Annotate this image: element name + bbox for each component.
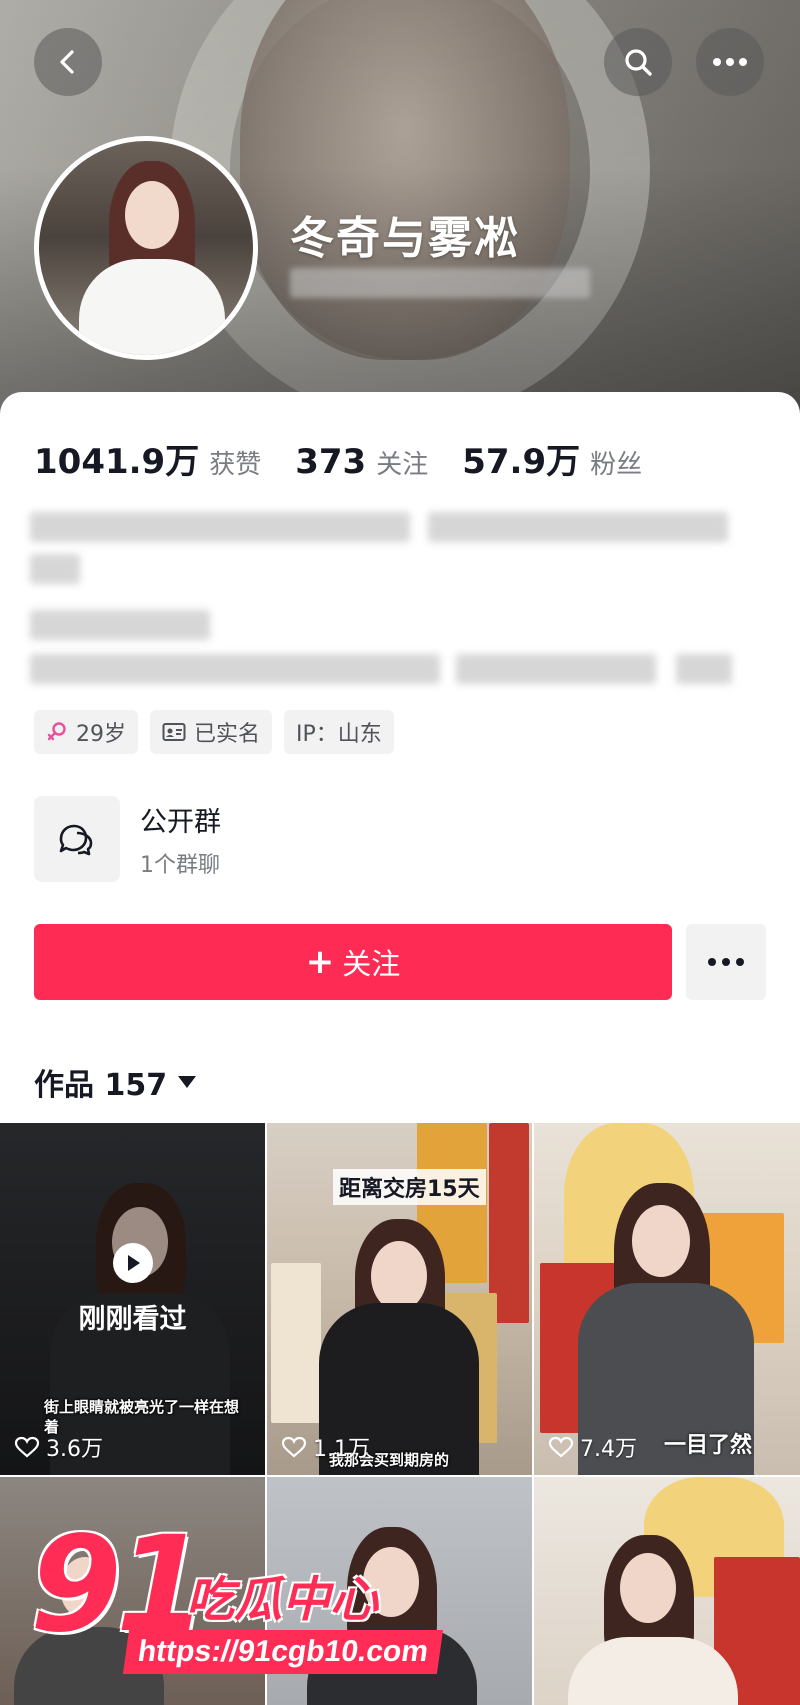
profile-tags: 29岁 已实名 IP：山东 (34, 710, 406, 754)
video-likes: 3.6万 (14, 1431, 103, 1463)
thumb-person-body (568, 1637, 738, 1705)
video-likes: 1.1万 (281, 1431, 370, 1463)
female-icon (46, 721, 68, 743)
follow-plus-icon: + (305, 942, 335, 982)
painting-decoration (271, 1263, 321, 1423)
stat-followers[interactable]: 57.9万 粉丝 (462, 434, 642, 483)
works-tab[interactable]: 作品 157 (34, 1060, 197, 1104)
video-likes: 7.4万 (548, 1431, 637, 1463)
heart-icon (548, 1436, 574, 1458)
group-chat-icon (34, 796, 120, 882)
verified-text: 已实名 (194, 722, 261, 747)
video-likes-count: 3.6万 (46, 1437, 103, 1462)
more-options-button[interactable] (696, 28, 764, 96)
group-title: 公开群 (140, 806, 221, 838)
avatar-face (125, 181, 179, 249)
stat-following[interactable]: 373 关注 (295, 442, 428, 482)
caret-down-icon (177, 1070, 197, 1094)
video-thumbnail[interactable]: 刚刚看过 街上眼睛就被亮光了一样在想着 3.6万 (0, 1123, 265, 1475)
blurred-bio-line (676, 654, 732, 684)
stat-followers-value: 57.9万 (462, 442, 581, 482)
blurred-bio-line (428, 512, 728, 542)
search-button[interactable] (604, 28, 672, 96)
video-likes-count: 1.1万 (313, 1437, 370, 1462)
video-thumbnail[interactable]: 距离交房15天 我那会买到期房的 1.1万 (267, 1123, 532, 1475)
follow-button[interactable]: + 关注 (34, 924, 672, 1000)
verified-tag: 已实名 (150, 710, 273, 754)
profile-card: 1041.9万 获赞 373 关注 57.9万 粉丝 29岁 已实名 IP：山东… (0, 392, 800, 1122)
blurred-bio-line (456, 654, 656, 684)
stat-likes-label: 获赞 (209, 450, 262, 480)
stat-likes-value: 1041.9万 (34, 442, 200, 482)
stat-likes[interactable]: 1041.9万 获赞 (34, 434, 261, 483)
thumb-person-face (620, 1553, 676, 1623)
watermark-brand: 吃瓜中心 (186, 1572, 379, 1628)
blurred-user-id (290, 268, 590, 298)
heart-icon (281, 1436, 307, 1458)
thumb-person-face (632, 1205, 690, 1277)
follow-label: 关注 (342, 947, 401, 981)
just-watched-marker: 刚刚看过 (0, 1243, 265, 1336)
video-caption: 一目了然 (664, 1433, 753, 1458)
age-tag: 29岁 (34, 710, 138, 754)
watermark-url: https://91cgb10.com (122, 1630, 444, 1674)
id-card-icon (162, 722, 186, 742)
play-icon (112, 1243, 153, 1283)
blurred-bio-line (30, 512, 410, 542)
ip-tag: IP：山东 (284, 710, 394, 754)
avatar[interactable] (34, 136, 258, 360)
blurred-bio-line (30, 610, 210, 640)
more-dots-icon (708, 958, 744, 966)
back-arrow-icon (60, 50, 74, 74)
thumb-person-face (371, 1241, 427, 1311)
group-subtitle: 1个群聊 (140, 852, 220, 878)
profile-nickname: 冬奇与雾凇 (290, 213, 520, 264)
video-thumbnail[interactable]: 一目了然 7.4万 (534, 1123, 800, 1475)
stat-following-label: 关注 (376, 450, 429, 480)
heart-icon (14, 1436, 40, 1458)
stats-row: 1041.9万 获赞 373 关注 57.9万 粉丝 (34, 434, 676, 483)
search-icon (625, 49, 652, 76)
blurred-bio-line (30, 554, 80, 584)
more-dots-icon (713, 58, 747, 66)
video-likes-count: 7.4万 (580, 1437, 637, 1462)
ip-text: IP：山东 (296, 722, 382, 747)
stat-followers-label: 粉丝 (590, 450, 643, 480)
just-watched-text: 刚刚看过 (78, 1304, 187, 1335)
follow-more-button[interactable] (686, 924, 766, 1000)
avatar-shirt (79, 259, 225, 355)
age-text: 29岁 (76, 722, 126, 747)
works-label: 作品 157 (34, 1068, 168, 1103)
back-button[interactable] (34, 28, 102, 96)
video-banner-text: 距离交房15天 (333, 1169, 486, 1205)
blurred-bio-line (30, 654, 440, 684)
watermark-logo: 91 吃瓜中心 https://91cgb10.com (30, 1508, 470, 1684)
public-group-entry[interactable]: 公开群 1个群聊 (34, 796, 221, 882)
video-thumbnail[interactable] (534, 1477, 800, 1705)
stat-following-value: 373 (295, 442, 367, 482)
group-text: 公开群 1个群聊 (140, 800, 221, 879)
profile-header: 冬奇与雾凇 (0, 0, 800, 420)
